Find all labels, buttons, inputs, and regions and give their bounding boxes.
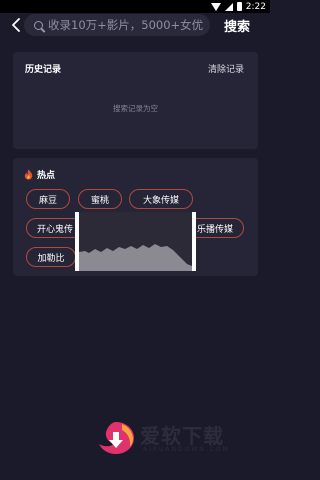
search-icon: [34, 20, 43, 30]
hot-tag[interactable]: 麻豆: [26, 189, 70, 209]
download-logo-icon: [99, 422, 134, 454]
wifi-icon: [210, 2, 221, 11]
search-input[interactable]: 收录10万+影片，5000+女优: [24, 14, 210, 36]
watermark: 爱软下载 AIRUANDOWN.COM: [96, 416, 246, 460]
waveform-graphic: [79, 244, 192, 271]
battery-icon: [236, 2, 242, 11]
status-time: 2:22: [245, 1, 266, 12]
hot-tag[interactable]: 蜜桃: [78, 189, 122, 209]
clear-history-button[interactable]: 清除记录: [208, 62, 244, 75]
status-bar: 2:22: [0, 0, 270, 13]
search-button[interactable]: 搜索: [224, 16, 250, 35]
back-button[interactable]: [8, 17, 24, 33]
history-title: 历史记录: [25, 65, 62, 75]
history-card: 历史记录 清除记录 搜索记录为空: [13, 52, 258, 149]
flame-icon: [24, 169, 33, 180]
history-empty-text: 搜索记录为空: [113, 104, 158, 113]
top-bar: 收录10万+影片，5000+女优 搜索: [0, 13, 270, 37]
signal-icon: [224, 2, 233, 11]
overlay-thumbnail: [75, 212, 196, 271]
watermark-subtext: AIRUANDOWN.COM: [143, 446, 230, 453]
hot-title: 热点: [37, 171, 56, 181]
hot-tag[interactable]: 大象传媒: [129, 189, 193, 209]
hot-tag[interactable]: 加勒比: [26, 247, 76, 267]
watermark-text: 爱软下载: [140, 424, 224, 448]
search-placeholder: 收录10万+影片，5000+女优: [48, 18, 204, 32]
chevron-left-icon: [12, 18, 20, 32]
